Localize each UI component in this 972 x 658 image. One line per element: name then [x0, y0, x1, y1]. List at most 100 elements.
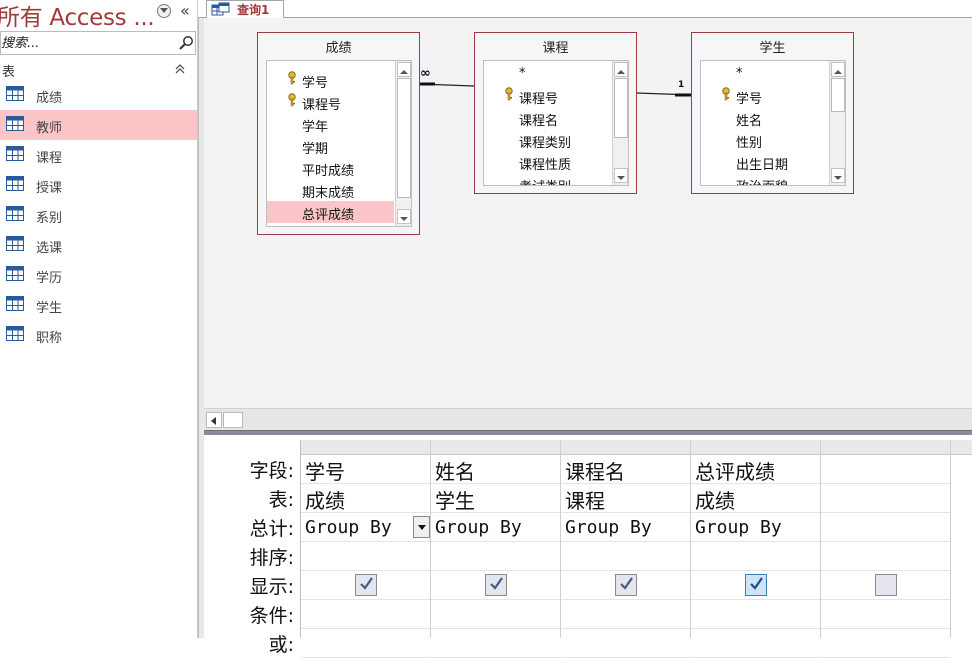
show-cell[interactable]: [431, 571, 560, 600]
total-dropdown-icon[interactable]: [413, 516, 430, 538]
sort-cell[interactable]: [561, 542, 690, 571]
field-list-window-kecheng[interactable]: 课程 * 课程号课程名课程类别课程性质考试类别: [474, 32, 637, 194]
nav-item-table[interactable]: 课程: [0, 140, 197, 170]
show-checkbox[interactable]: [615, 574, 637, 596]
search-icon[interactable]: [178, 35, 194, 51]
total-cell[interactable]: Group By: [431, 513, 560, 542]
field-item[interactable]: 课程号: [267, 91, 394, 113]
criteria-cell[interactable]: [301, 600, 430, 629]
criteria-cell[interactable]: [561, 600, 690, 629]
scroll-down-icon[interactable]: [614, 168, 628, 183]
show-cell[interactable]: [561, 571, 690, 600]
nav-item-table[interactable]: 成绩: [0, 80, 197, 110]
grid-column[interactable]: 姓名 学生 Group By: [431, 440, 561, 658]
field-item[interactable]: 期末成绩: [267, 179, 394, 201]
sort-cell[interactable]: [691, 542, 820, 571]
grid-column[interactable]: 课程名 课程 Group By: [561, 440, 691, 658]
show-cell[interactable]: [301, 571, 430, 600]
scroll-thumb[interactable]: [614, 78, 628, 138]
field-item[interactable]: 性别: [701, 129, 828, 151]
table-title[interactable]: 学生: [692, 37, 853, 56]
nav-item-table[interactable]: 学历: [0, 260, 197, 290]
nav-item-table[interactable]: 学生: [0, 290, 197, 320]
grid-column[interactable]: [821, 440, 951, 658]
field-item[interactable]: 姓名: [701, 107, 828, 129]
nav-item-table[interactable]: 教师: [0, 110, 197, 140]
field-list-window-chengji[interactable]: 成绩 * 学号课程号学年学期平时成绩期末成绩总评成绩: [257, 32, 420, 235]
nav-pane-header[interactable]: 所有 Access ... «: [0, 0, 198, 31]
table-title[interactable]: 成绩: [258, 37, 419, 56]
field-item[interactable]: 课程性质: [484, 151, 611, 173]
scroll-up-icon[interactable]: [831, 62, 845, 77]
show-checkbox[interactable]: [875, 574, 897, 596]
total-cell[interactable]: Group By: [561, 513, 690, 542]
sort-cell[interactable]: [431, 542, 560, 571]
design-horizontal-scrollbar[interactable]: [204, 408, 972, 430]
table-cell[interactable]: 成绩: [301, 484, 430, 513]
criteria-cell[interactable]: [691, 600, 820, 629]
total-cell[interactable]: [821, 513, 950, 542]
field-item[interactable]: *: [701, 63, 828, 85]
sort-cell[interactable]: [301, 542, 430, 571]
field-item[interactable]: 课程名: [484, 107, 611, 129]
or-cell[interactable]: [561, 629, 690, 658]
field-item[interactable]: 学年: [267, 113, 394, 135]
horizontal-scroll-thumb[interactable]: [223, 412, 243, 428]
table-cell[interactable]: 学生: [431, 484, 560, 513]
show-checkbox[interactable]: [485, 574, 507, 596]
scroll-down-icon[interactable]: [397, 209, 411, 224]
field-item[interactable]: 总评成绩: [267, 201, 394, 223]
nav-menu-dropdown-icon[interactable]: [157, 4, 171, 18]
table-cell[interactable]: [821, 484, 950, 513]
field-item[interactable]: 平时成绩: [267, 157, 394, 179]
grid-column[interactable]: 总评成绩 成绩 Group By: [691, 440, 821, 658]
scroll-down-icon[interactable]: [831, 168, 845, 183]
query-design-area[interactable]: ∞ 1 成绩 *学号课程号学年学期平时成绩期末成绩总评成绩 课程 *课程号课程名…: [204, 18, 972, 408]
sort-cell[interactable]: [821, 542, 950, 571]
criteria-cell[interactable]: [821, 600, 950, 629]
field-item[interactable]: 学号: [267, 69, 394, 91]
field-item[interactable]: 课程类别: [484, 129, 611, 151]
scroll-up-icon[interactable]: [397, 62, 411, 77]
tables-group-header[interactable]: 表: [0, 59, 196, 81]
field-item[interactable]: 政治面貌: [701, 173, 828, 185]
show-checkbox[interactable]: [745, 574, 767, 596]
shutter-bar-collapse-icon[interactable]: «: [180, 0, 190, 22]
or-cell[interactable]: [821, 629, 950, 658]
or-cell[interactable]: [301, 629, 430, 658]
table-title[interactable]: 课程: [475, 37, 636, 56]
show-checkbox[interactable]: [355, 574, 377, 596]
total-cell[interactable]: Group By: [691, 513, 820, 542]
field-item[interactable]: 学号: [701, 85, 828, 107]
field-item[interactable]: *: [267, 61, 394, 69]
nav-item-table[interactable]: 系别: [0, 200, 197, 230]
scroll-thumb[interactable]: [831, 78, 845, 112]
field-item[interactable]: 出生日期: [701, 151, 828, 173]
or-cell[interactable]: [691, 629, 820, 658]
field-item[interactable]: *: [484, 63, 611, 85]
chevron-up-icon[interactable]: [174, 63, 186, 75]
field-cell[interactable]: 总评成绩: [691, 455, 820, 484]
nav-item-table[interactable]: 选课: [0, 230, 197, 260]
grid-column[interactable]: 学号 成绩 Group By: [301, 440, 431, 658]
nav-search-box[interactable]: [0, 31, 196, 55]
scroll-thumb[interactable]: [397, 78, 411, 198]
field-item[interactable]: 课程号: [484, 85, 611, 107]
nav-search-input[interactable]: [1, 32, 171, 54]
table-cell[interactable]: 成绩: [691, 484, 820, 513]
field-cell[interactable]: 姓名: [431, 455, 560, 484]
field-cell[interactable]: [821, 455, 950, 484]
or-cell[interactable]: [431, 629, 560, 658]
vertical-scrollbar[interactable]: [612, 61, 628, 185]
vertical-scrollbar[interactable]: [829, 61, 845, 185]
nav-item-table[interactable]: 授课: [0, 170, 197, 200]
criteria-cell[interactable]: [431, 600, 560, 629]
show-cell[interactable]: [691, 571, 820, 600]
field-cell[interactable]: 学号: [301, 455, 430, 484]
nav-pane-title[interactable]: 所有 Access ...: [0, 0, 155, 32]
field-list-window-xuesheng[interactable]: 学生 * 学号姓名性别出生日期政治面貌: [691, 32, 854, 194]
nav-item-table[interactable]: 职称: [0, 320, 197, 350]
field-item[interactable]: 学期: [267, 135, 394, 157]
field-item[interactable]: 考试类别: [484, 173, 611, 185]
tab-query1[interactable]: 查询1: [206, 0, 284, 18]
